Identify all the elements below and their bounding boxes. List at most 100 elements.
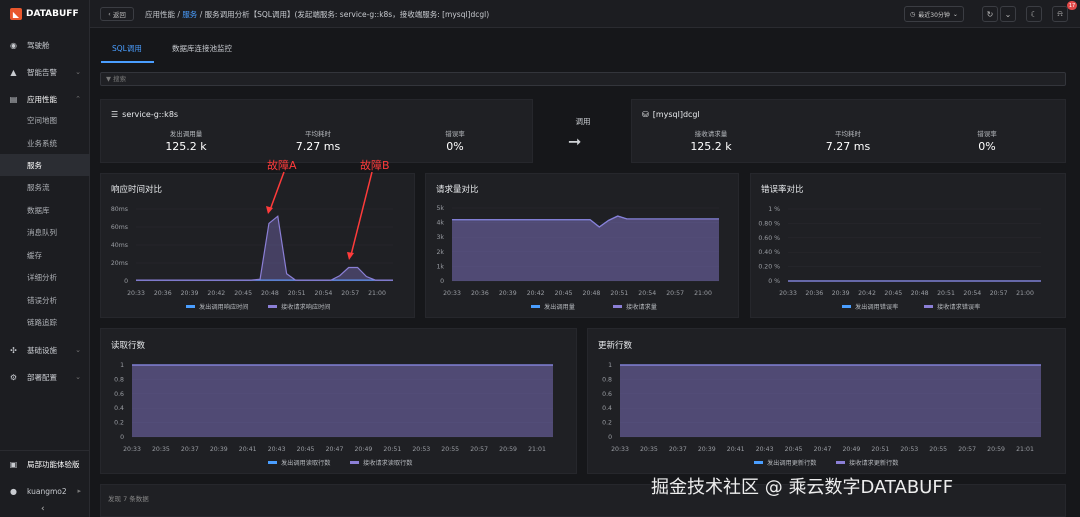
gear-icon: ⚙ [9, 372, 18, 382]
brand-logo[interactable]: ◣ DATABUFF [10, 8, 79, 20]
breadcrumb: 应用性能 / 服务 / 服务调用分析【SQL调用】(发起端服务: service… [145, 9, 489, 20]
chart-title: 响应时间对比 [111, 185, 163, 195]
refresh-options-button[interactable]: ⌄ [1000, 6, 1016, 22]
refresh-button[interactable]: ↻ [982, 6, 998, 22]
metric-label: 错误率 [445, 130, 465, 138]
sidebar-item-label: 详细分析 [27, 272, 57, 282]
moon-icon: ☾ [1030, 9, 1038, 19]
sidebar-item-detail[interactable]: 详细分析 [0, 266, 90, 288]
notification-button[interactable]: ⍾ [1052, 6, 1068, 22]
metric-label: 接收请求量 [694, 130, 728, 138]
database-icon: ⛁ [642, 110, 649, 119]
lock-icon: ▣ [9, 459, 18, 469]
server-icon: ☰ [111, 110, 119, 119]
clock-icon: ◷ [910, 10, 916, 18]
tab-sql-call[interactable]: SQL调用 [112, 43, 142, 54]
chart-title: 错误率对比 [761, 185, 804, 195]
collapse-icon[interactable]: ‹ [41, 504, 45, 514]
chart-panel-read-rows: 读取行数 [100, 328, 577, 474]
breadcrumb-current: 服务调用分析【SQL调用】(发起端服务: service-g::k8s，接收端服… [204, 10, 490, 19]
sidebar-item-config[interactable]: ⚙ 部署配置 ⌄ [0, 366, 90, 388]
sidebar-item-space-map[interactable]: 空间地图 [0, 109, 90, 131]
chart-panel-requests: 请求量对比 [425, 173, 739, 318]
sidebar-item-label: 消息队列 [27, 227, 57, 237]
chart-panel-response: 响应时间对比 [100, 173, 415, 318]
chevron-down-icon: ⌄ [75, 346, 81, 354]
databuff-logo-icon: ◣ [10, 8, 22, 20]
sidebar-item-business[interactable]: 业务系统 [0, 132, 90, 154]
metric-value: 0% [978, 140, 996, 153]
chart-title: 读取行数 [111, 341, 146, 351]
metric-label: 平均耗时 [835, 130, 861, 138]
divider [0, 450, 90, 451]
notification-badge: 17 [1067, 1, 1077, 10]
sidebar-item-cockpit[interactable]: ◉ 驾驶舱 [0, 34, 90, 56]
sidebar-item-label: 链路追踪 [27, 317, 57, 327]
theme-toggle-button[interactable]: ☾ [1026, 6, 1042, 22]
sidebar-item-service-flow[interactable]: 服务流 [0, 176, 90, 198]
caller-card: ☰ service-g::k8s 发出调用量 125.2 k 平均耗时 7.27 … [100, 99, 533, 163]
bell-icon: ⍾ [1057, 9, 1063, 18]
chevron-down-icon: ⌄ [75, 68, 81, 76]
metric-value: 125.2 k [165, 140, 207, 153]
tab-db-pool[interactable]: 数据库连接池监控 [172, 43, 232, 54]
chart-panel-update-rows: 更新行数 [587, 328, 1066, 474]
time-range-select[interactable]: ◷ 最近30分钟 ⌄ [904, 6, 964, 22]
sidebar-item-alerts[interactable]: ▲ 智能告警 ⌄ [0, 61, 90, 83]
sidebar: ◣ DATABUFF ◉ 驾驶舱 ▲ 智能告警 ⌄ ▤ 应用性能 ⌃ 空间地图 业务系统 … [0, 0, 90, 517]
gauge-icon: ◉ [10, 40, 17, 50]
sidebar-item-apm[interactable]: ▤ 应用性能 ⌃ [0, 88, 90, 110]
caller-service[interactable]: ☰ service-g::k8s [111, 110, 178, 119]
metric-label: 平均耗时 [305, 130, 331, 138]
brand-name: DATABUFF [26, 9, 79, 19]
sidebar-item-trace[interactable]: 链路追踪 [0, 311, 90, 333]
sidebar-item-label: 错误分析 [27, 295, 57, 305]
time-range-label: 最近30分钟 [918, 11, 950, 19]
topbar: ‹ 返回 应用性能 / 服务 / 服务调用分析【SQL调用】(发起端服务: se… [90, 0, 1080, 28]
chevron-up-icon: ⌃ [75, 95, 81, 103]
caller-service-name: service-g::k8s [122, 110, 179, 119]
back-button[interactable]: ‹ 返回 [100, 7, 134, 21]
result-count: 发现 7 条数据 [108, 495, 149, 503]
metric-value: 125.2 k [690, 140, 732, 153]
callee-card: ⛁ [mysql]dcgl 接收请求量 125.2 k 平均耗时 7.27 ms … [631, 99, 1066, 163]
chevron-down-icon: ⌄ [1004, 9, 1012, 19]
sidebar-item-label: 智能告警 [27, 67, 57, 77]
app-icon: ▤ [9, 94, 18, 104]
breadcrumb-sep: / [199, 10, 203, 19]
sidebar-item-label: 部署配置 [27, 372, 57, 382]
infra-icon: ✣ [10, 345, 17, 355]
trial-mode[interactable]: ▣ 局部功能体验版 [0, 453, 90, 475]
metric-value: 0% [446, 140, 464, 153]
sidebar-item-service[interactable]: 服务 [0, 154, 90, 176]
user-menu[interactable]: ● kuangmo2 ▸ [0, 480, 90, 502]
trial-label: 局部功能体验版 [27, 459, 80, 469]
sidebar-item-database[interactable]: 数据库 [0, 199, 90, 221]
search-input[interactable]: ▼ 搜索 [100, 72, 1066, 86]
call-label: 调用 [575, 117, 591, 126]
avatar: ● [10, 486, 17, 496]
breadcrumb-apm[interactable]: 应用性能 [145, 10, 175, 19]
metric-label: 错误率 [977, 130, 997, 138]
callee-service[interactable]: ⛁ [mysql]dcgl [642, 110, 700, 119]
bell-icon: ▲ [10, 67, 17, 77]
watermark: 掘金技术社区 @ 乘云数字DATABUFF [651, 477, 954, 498]
annotation-fault-a: 故障A [267, 159, 297, 172]
sidebar-item-error[interactable]: 错误分析 [0, 289, 90, 311]
callee-service-name: [mysql]dcgl [652, 110, 700, 119]
active-tab-indicator [101, 61, 154, 63]
sidebar-item-label: 缓存 [27, 250, 42, 260]
sidebar-item-label: 业务系统 [27, 138, 57, 148]
arrow-right-icon: ➞ [568, 132, 582, 151]
back-label: 返回 [112, 11, 126, 19]
sidebar-item-cache[interactable]: 缓存 [0, 244, 90, 266]
chevron-down-icon: ⌄ [952, 10, 958, 18]
tab-bar: SQL调用 数据库连接池监控 [90, 28, 1080, 64]
annotation-fault-b: 故障B [360, 159, 390, 172]
sidebar-item-infra[interactable]: ✣ 基础设施 ⌄ [0, 339, 90, 361]
sidebar-item-mq[interactable]: 消息队列 [0, 221, 90, 243]
breadcrumb-sep: / [177, 10, 180, 19]
sidebar-item-label: 数据库 [27, 205, 50, 215]
breadcrumb-service[interactable]: 服务 [182, 10, 197, 19]
sidebar-item-label: 驾驶舱 [27, 40, 50, 50]
